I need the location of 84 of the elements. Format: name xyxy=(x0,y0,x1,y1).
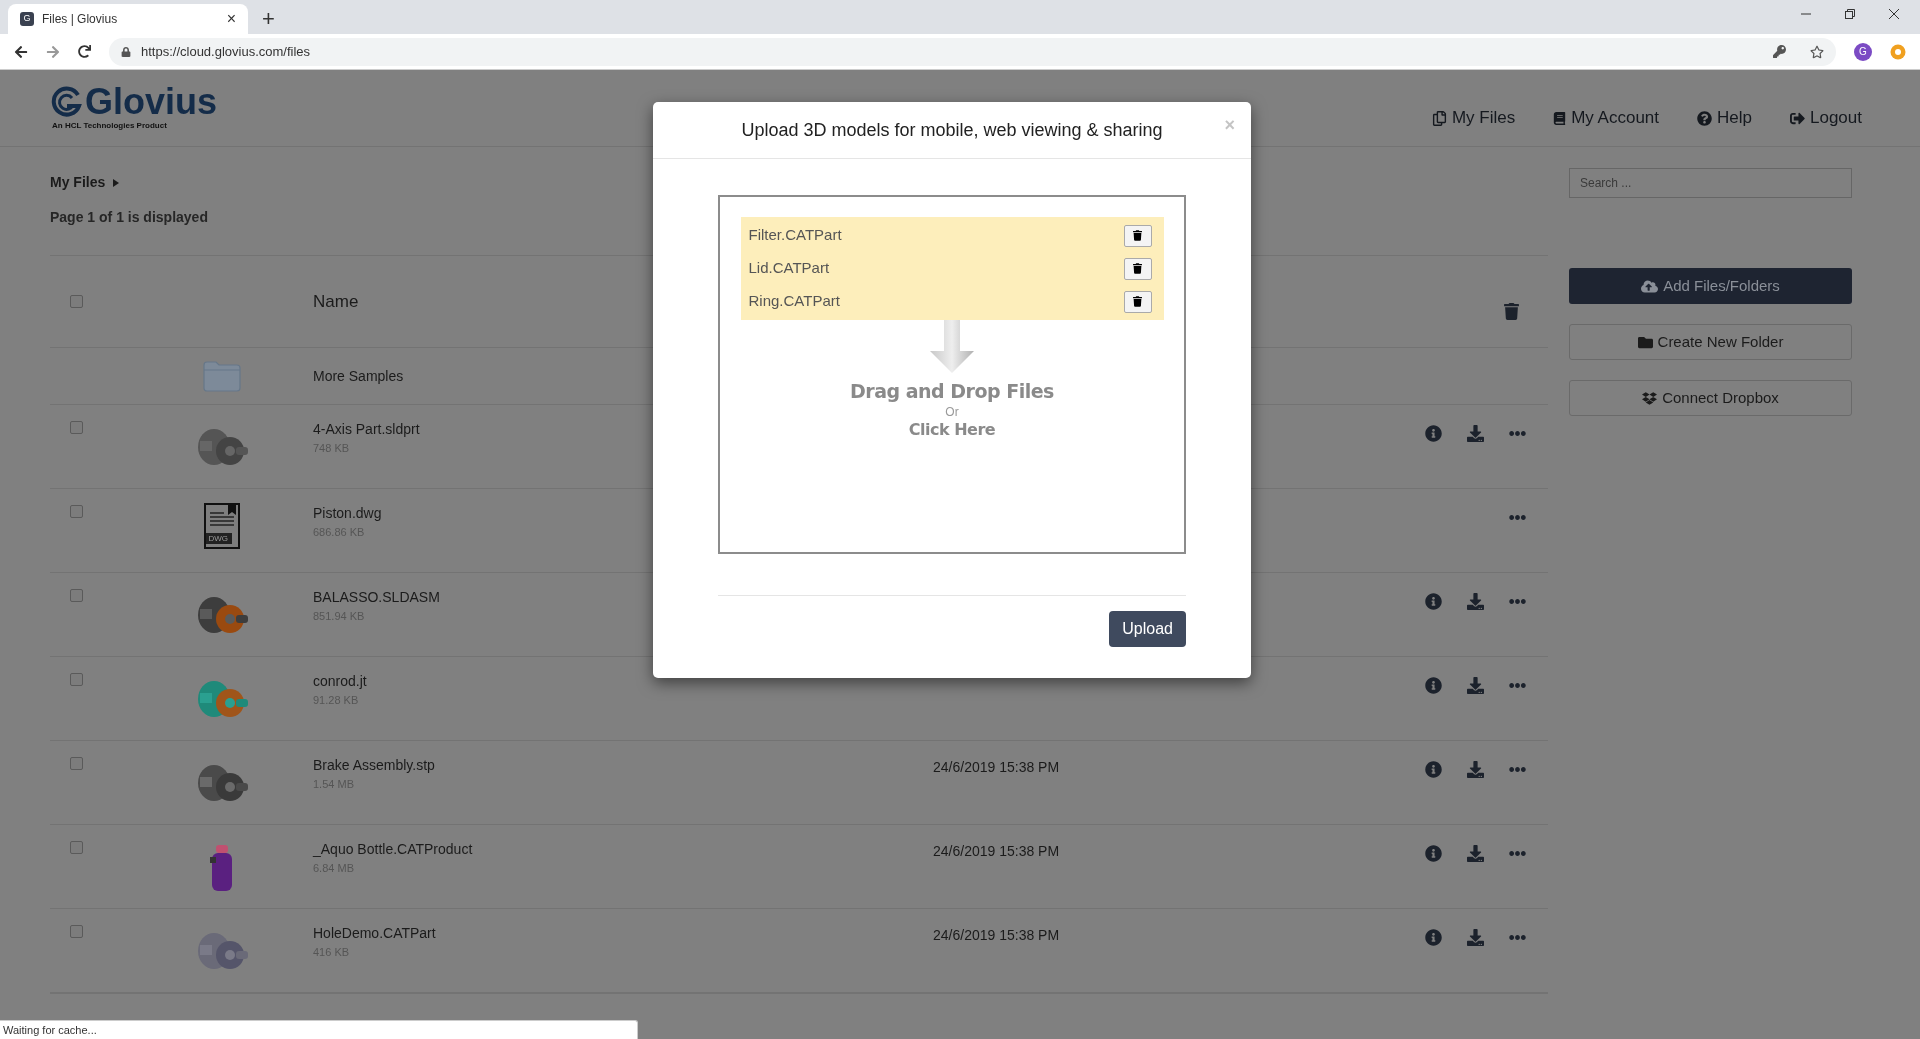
trash-icon xyxy=(1133,296,1142,307)
info-icon xyxy=(1424,845,1442,862)
close-icon[interactable] xyxy=(1888,8,1900,20)
file-name[interactable]: _Aquo Bottle.CATProduct xyxy=(313,839,933,860)
browser-tab[interactable]: G Files | Glovius × xyxy=(8,4,248,34)
download-icon xyxy=(1466,677,1484,694)
upload-button[interactable]: Upload xyxy=(1109,611,1186,647)
lock-icon xyxy=(121,46,131,57)
folder-icon xyxy=(202,360,241,392)
file-name[interactable]: HoleDemo.CATPart xyxy=(313,923,933,944)
forward-icon[interactable] xyxy=(46,44,60,59)
file-name: Ring.CATPart xyxy=(748,291,840,312)
restore-icon[interactable] xyxy=(1844,8,1856,20)
file-date: 24/6/2019 15:38 PM xyxy=(933,927,1060,943)
download-icon xyxy=(1466,425,1484,442)
url-text: https://cloud.glovius.com/files xyxy=(141,42,312,61)
download-icon xyxy=(1466,593,1484,610)
checkbox[interactable] xyxy=(70,505,83,518)
checkbox[interactable] xyxy=(70,925,83,938)
down-arrow-icon xyxy=(929,320,975,374)
nav-link[interactable]: Logout xyxy=(1790,105,1862,131)
info-icon xyxy=(1424,677,1442,694)
logo-text: Glovius xyxy=(85,84,218,120)
page-info: Page 1 of 1 is displayed xyxy=(50,208,209,227)
checkbox[interactable] xyxy=(70,841,83,854)
status-bar: Waiting for cache... xyxy=(0,1020,638,1039)
search-field[interactable]: Search ... xyxy=(1569,168,1852,198)
checkbox[interactable] xyxy=(70,757,83,770)
profile-avatar[interactable]: G xyxy=(1854,42,1872,61)
logout-icon xyxy=(1790,110,1805,126)
remove-button[interactable] xyxy=(1123,290,1152,313)
tab-close-button[interactable]: × xyxy=(226,7,236,31)
help-icon xyxy=(1697,110,1713,126)
nav-link[interactable]: Help xyxy=(1697,105,1752,131)
file-name[interactable]: conrod.jt xyxy=(313,671,933,692)
trash-icon[interactable] xyxy=(1504,303,1519,320)
logo-icon xyxy=(50,86,82,118)
file-name[interactable]: Brake Assembly.stp xyxy=(313,755,933,776)
info-icon xyxy=(1424,593,1442,610)
drop-title[interactable]: Drag and Drop Files xyxy=(850,377,1054,406)
checkbox[interactable] xyxy=(70,295,83,308)
file-date: 24/6/2019 15:38 PM xyxy=(933,843,1060,859)
sidebar-button[interactable]: Create New Folder xyxy=(1569,324,1852,360)
key-icon[interactable] xyxy=(1773,45,1786,58)
book-icon xyxy=(1553,111,1567,125)
file-type-label: DWG xyxy=(208,533,229,544)
info-icon xyxy=(1424,425,1442,442)
checkbox[interactable] xyxy=(70,673,83,686)
breadcrumb-link[interactable]: My Files xyxy=(50,172,106,193)
dialog-title: Upload 3D models for mobile, web viewing & sharing xyxy=(741,118,1163,142)
nav-link[interactable]: My Account xyxy=(1553,105,1660,131)
star-icon[interactable] xyxy=(1810,44,1824,59)
caret-icon xyxy=(113,178,120,187)
drop-or: Or xyxy=(945,405,959,418)
download-icon xyxy=(1466,845,1484,862)
trash-icon xyxy=(1133,263,1142,274)
sidebar-button[interactable]: Connect Dropbox xyxy=(1569,380,1852,416)
favicon-icon: G xyxy=(20,12,34,26)
download-icon xyxy=(1466,761,1484,778)
address-bar[interactable]: https://cloud.glovius.com/files xyxy=(109,37,1836,66)
info-icon xyxy=(1424,929,1442,946)
remove-button[interactable] xyxy=(1123,224,1152,247)
file-name: Lid.CATPart xyxy=(748,258,830,279)
download-icon xyxy=(1466,929,1484,946)
column-header: Name xyxy=(313,291,359,311)
logo-tagline: An HCL Technologies Product xyxy=(52,120,168,132)
file-date: 24/6/2019 15:38 PM xyxy=(933,759,1060,775)
tab-title: Files | Glovius xyxy=(42,11,119,28)
folder-icon xyxy=(1637,334,1653,350)
document-icon xyxy=(203,503,240,549)
nav-link[interactable]: My Files xyxy=(1431,105,1516,131)
dropbox-icon xyxy=(1642,390,1658,406)
sidebar-button[interactable]: Add Files/Folders xyxy=(1569,268,1852,304)
remove-button[interactable] xyxy=(1123,257,1152,280)
back-icon[interactable] xyxy=(14,44,28,59)
click-here-link[interactable]: Click Here xyxy=(908,417,996,442)
checkbox[interactable] xyxy=(70,421,83,434)
trash-icon xyxy=(1133,230,1142,241)
new-tab-button[interactable]: + xyxy=(262,8,275,30)
file-name: Filter.CATPart xyxy=(748,225,842,246)
info-icon xyxy=(1424,761,1442,778)
files-icon xyxy=(1431,110,1447,126)
reload-icon[interactable] xyxy=(78,45,91,58)
checkbox[interactable] xyxy=(70,589,83,602)
